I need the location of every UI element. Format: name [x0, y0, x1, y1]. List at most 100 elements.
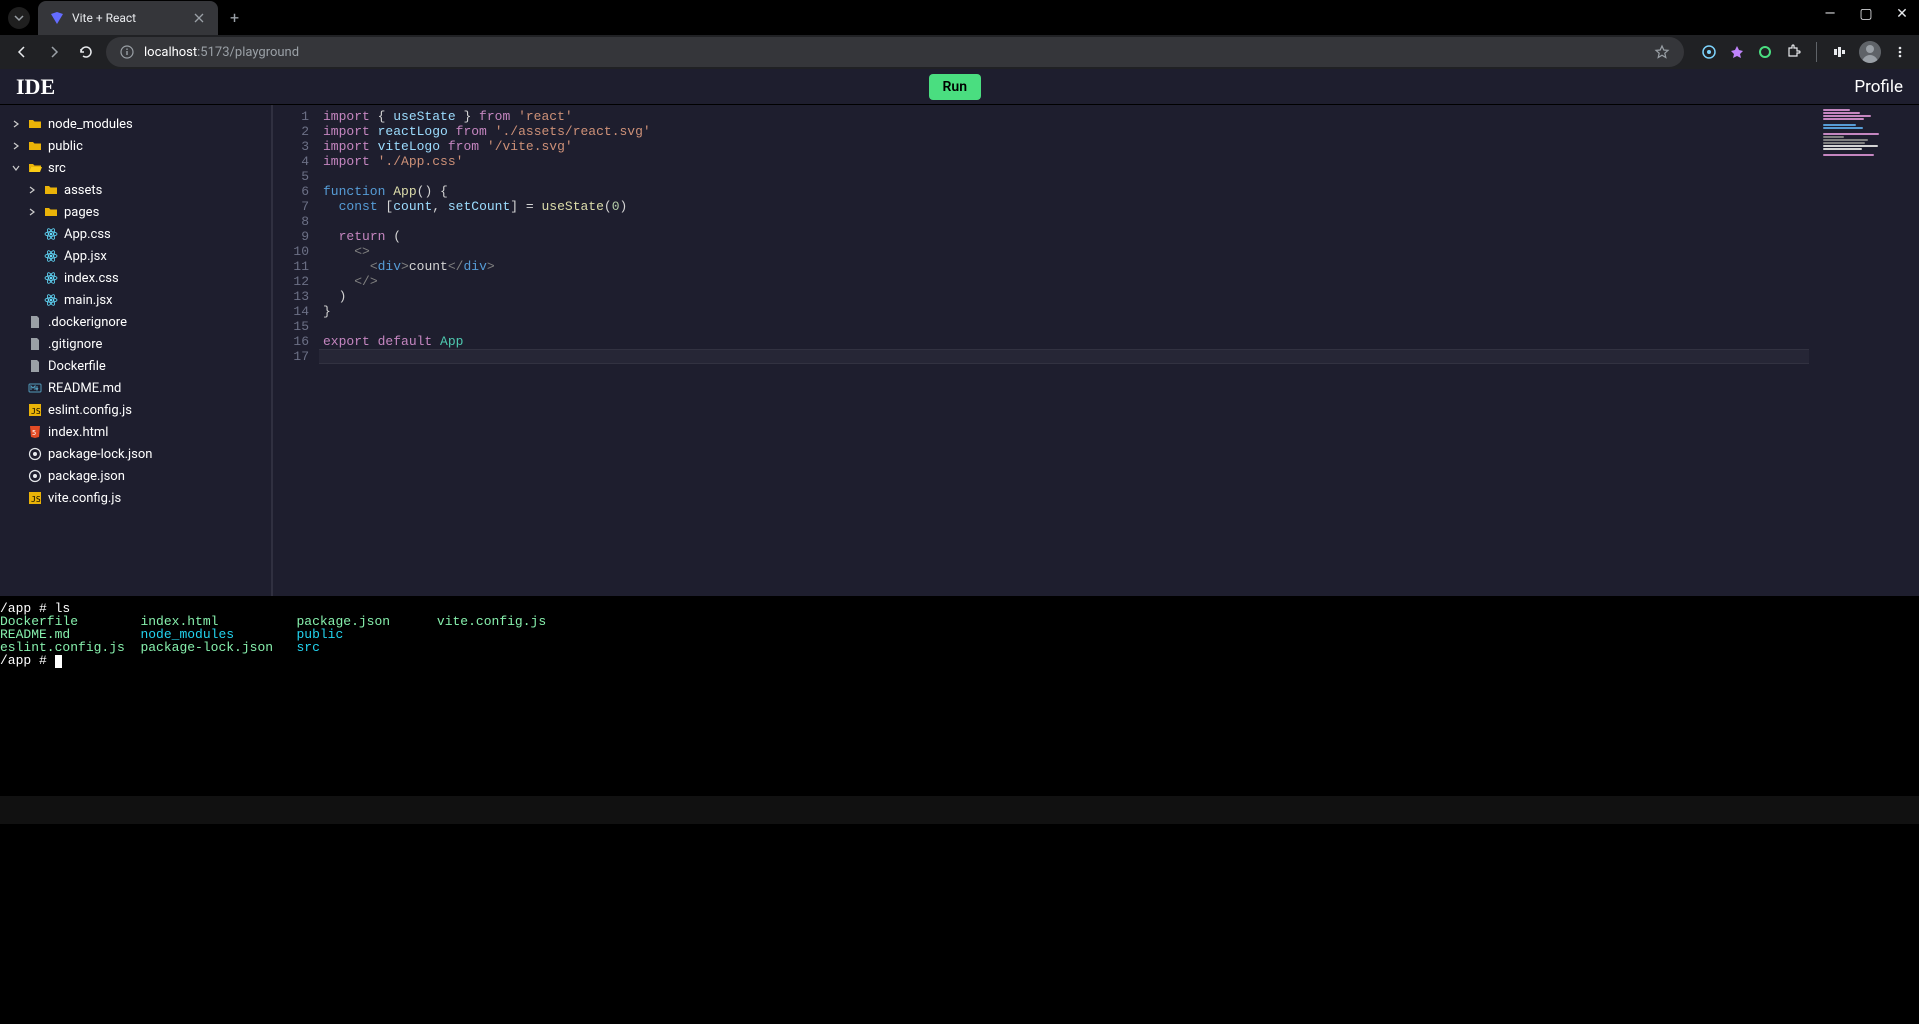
- star-icon: [1654, 44, 1670, 60]
- extension-icon-2[interactable]: [1728, 43, 1746, 61]
- code-line[interactable]: [323, 169, 1919, 184]
- line-number: 16: [273, 334, 309, 349]
- code-line[interactable]: }: [323, 304, 1919, 319]
- file-tree[interactable]: node_modulespublic src assetspages App.css A…: [0, 105, 273, 596]
- tree-item-label: package.json: [48, 469, 125, 484]
- terminal[interactable]: /app # ls Dockerfile index.html package.…: [0, 596, 1919, 796]
- tree-item-index-css[interactable]: index.css: [0, 267, 271, 289]
- chevron-right-icon[interactable]: [12, 142, 22, 150]
- line-number: 5: [273, 169, 309, 184]
- app-logo[interactable]: IDE: [16, 74, 55, 100]
- bookmark-button[interactable]: [1654, 44, 1670, 60]
- tree-item-app-jsx[interactable]: App.jsx: [0, 245, 271, 267]
- tree-item-public[interactable]: public: [0, 135, 271, 157]
- code-line[interactable]: <div>count</div>: [323, 259, 1919, 274]
- extensions-button[interactable]: [1784, 43, 1802, 61]
- minimap-line: [1823, 124, 1856, 126]
- code-line[interactable]: [323, 214, 1919, 229]
- tree-item-label: Dockerfile: [48, 359, 106, 374]
- reload-button[interactable]: [74, 40, 98, 64]
- close-window-button[interactable]: ✕: [1893, 6, 1911, 22]
- chevron-right-icon[interactable]: [28, 186, 38, 194]
- folder-icon: [28, 117, 42, 131]
- tree-item-label: App.css: [64, 227, 111, 242]
- back-button[interactable]: [10, 40, 34, 64]
- profile-avatar[interactable]: [1859, 41, 1881, 63]
- line-number: 9: [273, 229, 309, 244]
- extension-icon-1[interactable]: [1700, 43, 1718, 61]
- forward-button[interactable]: [42, 40, 66, 64]
- url-text: localhost:5173/playground: [144, 45, 299, 60]
- tree-item--dockerignore[interactable]: .dockerignore: [0, 311, 271, 333]
- tree-item-pages[interactable]: pages: [0, 201, 271, 223]
- tree-item-label: vite.config.js: [48, 491, 121, 506]
- json-icon: [28, 447, 42, 461]
- code-line[interactable]: [323, 319, 1919, 334]
- minimap-line: [1823, 157, 1915, 159]
- tree-spacer: [12, 317, 22, 328]
- tree-item-label: public: [48, 139, 83, 154]
- tree-item-label: node_modules: [48, 117, 133, 132]
- tree-item--gitignore[interactable]: .gitignore: [0, 333, 271, 355]
- workspace: node_modulespublic src assetspages App.css A…: [0, 105, 1919, 596]
- tree-item-main-jsx[interactable]: main.jsx: [0, 289, 271, 311]
- minimap-line: [1823, 148, 1862, 150]
- current-line-highlight: [319, 349, 1809, 364]
- tree-item-node-modules[interactable]: node_modules: [0, 113, 271, 135]
- code-line[interactable]: import viteLogo from '/vite.svg': [323, 139, 1919, 154]
- new-tab-button[interactable]: +: [230, 8, 239, 27]
- tree-item-readme-md[interactable]: README.md: [0, 377, 271, 399]
- tab-list-dropdown[interactable]: [8, 7, 30, 29]
- code-line[interactable]: ): [323, 289, 1919, 304]
- tree-item-label: eslint.config.js: [48, 403, 132, 418]
- browser-tab[interactable]: Vite + React: [38, 1, 218, 35]
- code-editor[interactable]: 1234567891011121314151617 import { useSt…: [273, 105, 1919, 596]
- media-control-button[interactable]: [1831, 43, 1849, 61]
- line-number: 8: [273, 214, 309, 229]
- code-line[interactable]: import reactLogo from './assets/react.sv…: [323, 124, 1919, 139]
- code-line[interactable]: import './App.css': [323, 154, 1919, 169]
- url-bar[interactable]: localhost:5173/playground: [106, 37, 1684, 67]
- tree-item-eslint-config-js[interactable]: JSeslint.config.js: [0, 399, 271, 421]
- editor-minimap[interactable]: [1819, 105, 1919, 596]
- maximize-button[interactable]: ▢: [1857, 6, 1875, 22]
- gray-icon: [28, 315, 42, 329]
- tree-item-vite-config-js[interactable]: JSvite.config.js: [0, 487, 271, 509]
- chevron-right-icon[interactable]: [28, 208, 38, 216]
- site-info-icon[interactable]: [120, 45, 134, 59]
- tree-item-label: src: [48, 161, 66, 176]
- minimap-line: [1823, 139, 1868, 141]
- code-line[interactable]: </>: [323, 274, 1919, 289]
- tree-item-index-html[interactable]: 5index.html: [0, 421, 271, 443]
- profile-link[interactable]: Profile: [1854, 77, 1903, 97]
- tree-item-label: .dockerignore: [48, 315, 127, 330]
- tree-item-app-css[interactable]: App.css: [0, 223, 271, 245]
- tab-title: Vite + React: [72, 11, 184, 25]
- react-icon: [44, 227, 58, 241]
- tab-close-button[interactable]: [192, 11, 206, 25]
- code-line[interactable]: <>: [323, 244, 1919, 259]
- minimap-line: [1823, 151, 1915, 153]
- tree-item-assets[interactable]: assets: [0, 179, 271, 201]
- code-line[interactable]: const [count, setCount] = useState(0): [323, 199, 1919, 214]
- minimap-line: [1823, 142, 1865, 144]
- minimap-line: [1823, 130, 1915, 132]
- chevron-down-icon[interactable]: [12, 164, 22, 172]
- tree-item-package-lock-json[interactable]: package-lock.json: [0, 443, 271, 465]
- run-button[interactable]: Run: [929, 74, 982, 100]
- code-line[interactable]: import { useState } from 'react': [323, 109, 1919, 124]
- extension-icon-3[interactable]: [1756, 43, 1774, 61]
- code-line[interactable]: export default App: [323, 334, 1919, 349]
- tree-item-src[interactable]: src: [0, 157, 271, 179]
- tree-spacer: [12, 339, 22, 350]
- code-line[interactable]: function App() {: [323, 184, 1919, 199]
- chrome-menu-button[interactable]: [1891, 43, 1909, 61]
- os-taskbar[interactable]: [0, 796, 1919, 824]
- code-line[interactable]: return (: [323, 229, 1919, 244]
- chevron-right-icon[interactable]: [12, 120, 22, 128]
- minimize-button[interactable]: —: [1821, 6, 1839, 22]
- folder-icon: [44, 183, 58, 197]
- tree-item-label: README.md: [48, 381, 121, 396]
- tree-item-package-json[interactable]: package.json: [0, 465, 271, 487]
- tree-item-dockerfile[interactable]: Dockerfile: [0, 355, 271, 377]
